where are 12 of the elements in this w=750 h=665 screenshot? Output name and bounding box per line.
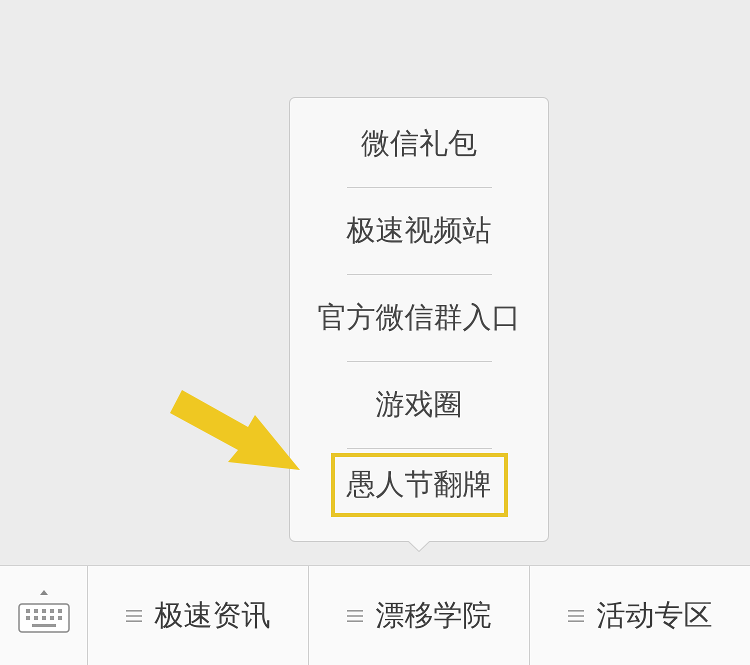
menu-item[interactable]: 官方微信群入口 <box>318 298 520 338</box>
menu-item[interactable]: 微信礼包 <box>361 124 477 164</box>
menu-tab[interactable]: 活动专区 <box>530 566 750 665</box>
menu-item[interactable]: 极速视频站 <box>346 211 492 251</box>
menu-item[interactable]: 游戏圈 <box>376 385 462 425</box>
menu-item[interactable]: 愚人节翻牌 <box>330 453 508 517</box>
menu-tab[interactable]: 漂移学院 <box>309 566 529 665</box>
menu-lines-icon <box>346 610 362 622</box>
menu-lines-icon <box>568 610 584 622</box>
keyboard-icon <box>18 588 70 632</box>
menu-lines-icon <box>126 610 142 622</box>
menu-tab[interactable]: 极速资讯 <box>88 566 308 665</box>
